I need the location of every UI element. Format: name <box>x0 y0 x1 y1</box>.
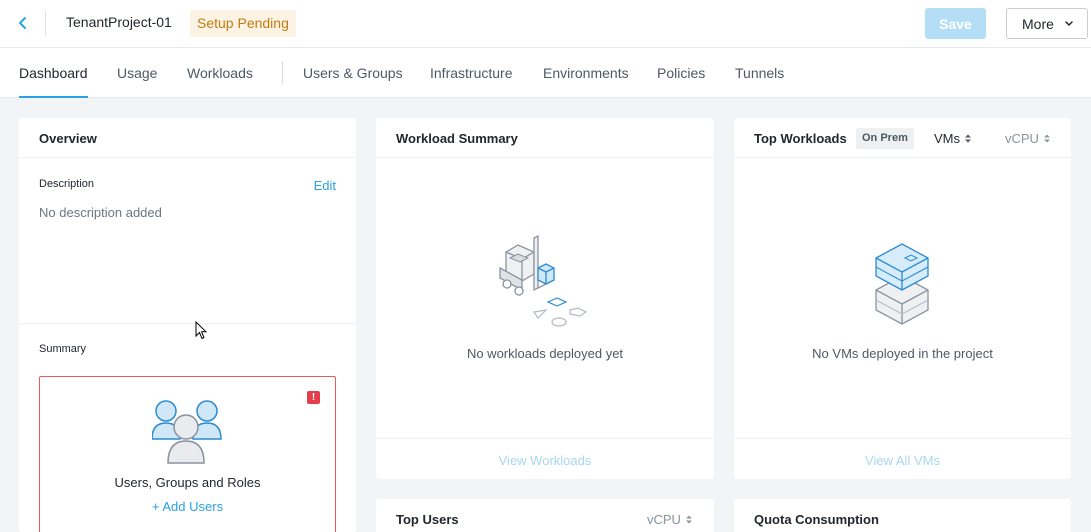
more-button[interactable]: More <box>1006 8 1088 39</box>
overview-title: Overview <box>39 131 97 146</box>
workload-summary-title: Workload Summary <box>396 131 518 146</box>
more-button-label: More <box>1022 15 1054 32</box>
chevron-down-icon <box>1065 21 1073 27</box>
vm-type-select[interactable]: VMs <box>934 131 971 146</box>
top-users-metric-value: vCPU <box>647 512 681 527</box>
view-all-vms-link[interactable]: View All VMs <box>734 453 1071 468</box>
card-divider <box>19 157 356 158</box>
quota-title: Quota Consumption <box>754 512 879 527</box>
overview-card: Overview Description Edit No description… <box>19 118 356 532</box>
overview-divider <box>19 323 356 324</box>
users-groups-roles-label: Users, Groups and Roles <box>114 475 261 490</box>
top-users-metric-select[interactable]: vCPU <box>647 512 692 527</box>
top-users-card: Top Users vCPU <box>376 499 714 532</box>
sort-icon <box>965 134 971 143</box>
top-workloads-card: Top Workloads On Prem VMs vCPU No VMs de… <box>734 118 1071 479</box>
description-label: Description <box>39 178 95 190</box>
page-title: TenantProject-01 <box>66 14 172 30</box>
tab-policies[interactable]: Policies <box>657 48 705 98</box>
plus-icon: + <box>151 499 163 514</box>
on-prem-badge[interactable]: On Prem <box>856 128 914 149</box>
vm-type-select-value: VMs <box>934 131 960 146</box>
description-text: No description added <box>39 205 162 220</box>
metric-select-value: vCPU <box>1005 131 1039 146</box>
card-divider <box>376 438 714 439</box>
tab-dashboard[interactable]: Dashboard <box>19 48 88 98</box>
sort-icon <box>1043 134 1050 143</box>
tab-infrastructure[interactable]: Infrastructure <box>430 48 512 98</box>
sort-icon <box>685 515 692 524</box>
metric-select[interactable]: vCPU <box>1005 131 1050 146</box>
tab-workloads[interactable]: Workloads <box>187 48 253 98</box>
edit-description-link[interactable]: Edit <box>314 178 336 193</box>
tab-bar: Dashboard Usage Workloads Users & Groups… <box>0 48 1091 98</box>
add-users-label: Add Users <box>162 499 224 514</box>
save-button[interactable]: Save <box>925 8 986 39</box>
forklift-icon <box>499 234 588 327</box>
vm-stack-icon <box>875 243 929 325</box>
alert-icon: ! <box>307 391 320 404</box>
workload-summary-card: Workload Summary No workloads deployed y… <box>376 118 714 479</box>
top-bar: TenantProject-01 Setup Pending Save More <box>0 0 1091 48</box>
tab-tunnels[interactable]: Tunnels <box>735 48 784 98</box>
tab-divider <box>282 62 283 84</box>
summary-label: Summary <box>39 343 87 355</box>
tab-environments[interactable]: Environments <box>543 48 629 98</box>
users-group-icon <box>152 400 222 464</box>
quota-consumption-card: Quota Consumption <box>734 499 1071 532</box>
top-workloads-title: Top Workloads <box>754 131 847 146</box>
tab-users-groups[interactable]: Users & Groups <box>303 48 403 98</box>
workload-empty-text: No workloads deployed yet <box>466 346 624 361</box>
add-users-link[interactable]: + Add Users <box>40 499 335 514</box>
tab-usage[interactable]: Usage <box>117 48 157 98</box>
top-users-title: Top Users <box>396 512 459 527</box>
card-divider <box>376 157 714 158</box>
card-divider <box>734 438 1071 439</box>
card-divider <box>734 157 1071 158</box>
view-workloads-link[interactable]: View Workloads <box>376 453 714 468</box>
status-badge: Setup Pending <box>190 10 296 37</box>
header-divider <box>45 10 46 36</box>
users-groups-roles-summary[interactable]: ! Users, Groups and Roles + Add Users <box>39 376 336 532</box>
vm-empty-text: No VMs deployed in the project <box>812 346 993 361</box>
mouse-cursor-icon <box>195 321 207 340</box>
back-arrow-icon[interactable] <box>14 13 32 33</box>
